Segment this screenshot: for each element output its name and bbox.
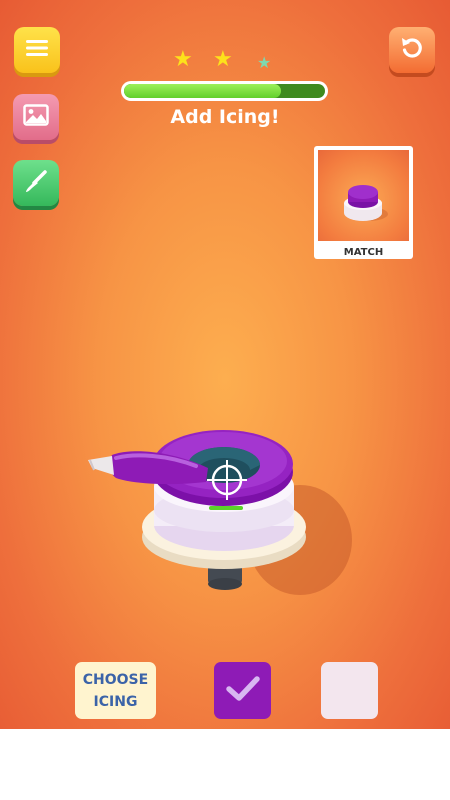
- cake-scene: [88, 430, 352, 595]
- choose-icing-label-line1: CHOOSE: [82, 671, 149, 688]
- color-swatch-white[interactable]: [321, 662, 378, 719]
- game-viewport[interactable]: ★ ★ ★ Add Icing! MATCH CHOOSE ICING: [0, 0, 450, 729]
- color-swatch-purple[interactable]: [214, 662, 271, 719]
- choose-icing-label-line2: ICING: [93, 693, 138, 710]
- checkmark-icon: [225, 674, 261, 708]
- choose-icing-button[interactable]: CHOOSE ICING: [75, 662, 156, 719]
- bottom-blank-area: [0, 729, 450, 800]
